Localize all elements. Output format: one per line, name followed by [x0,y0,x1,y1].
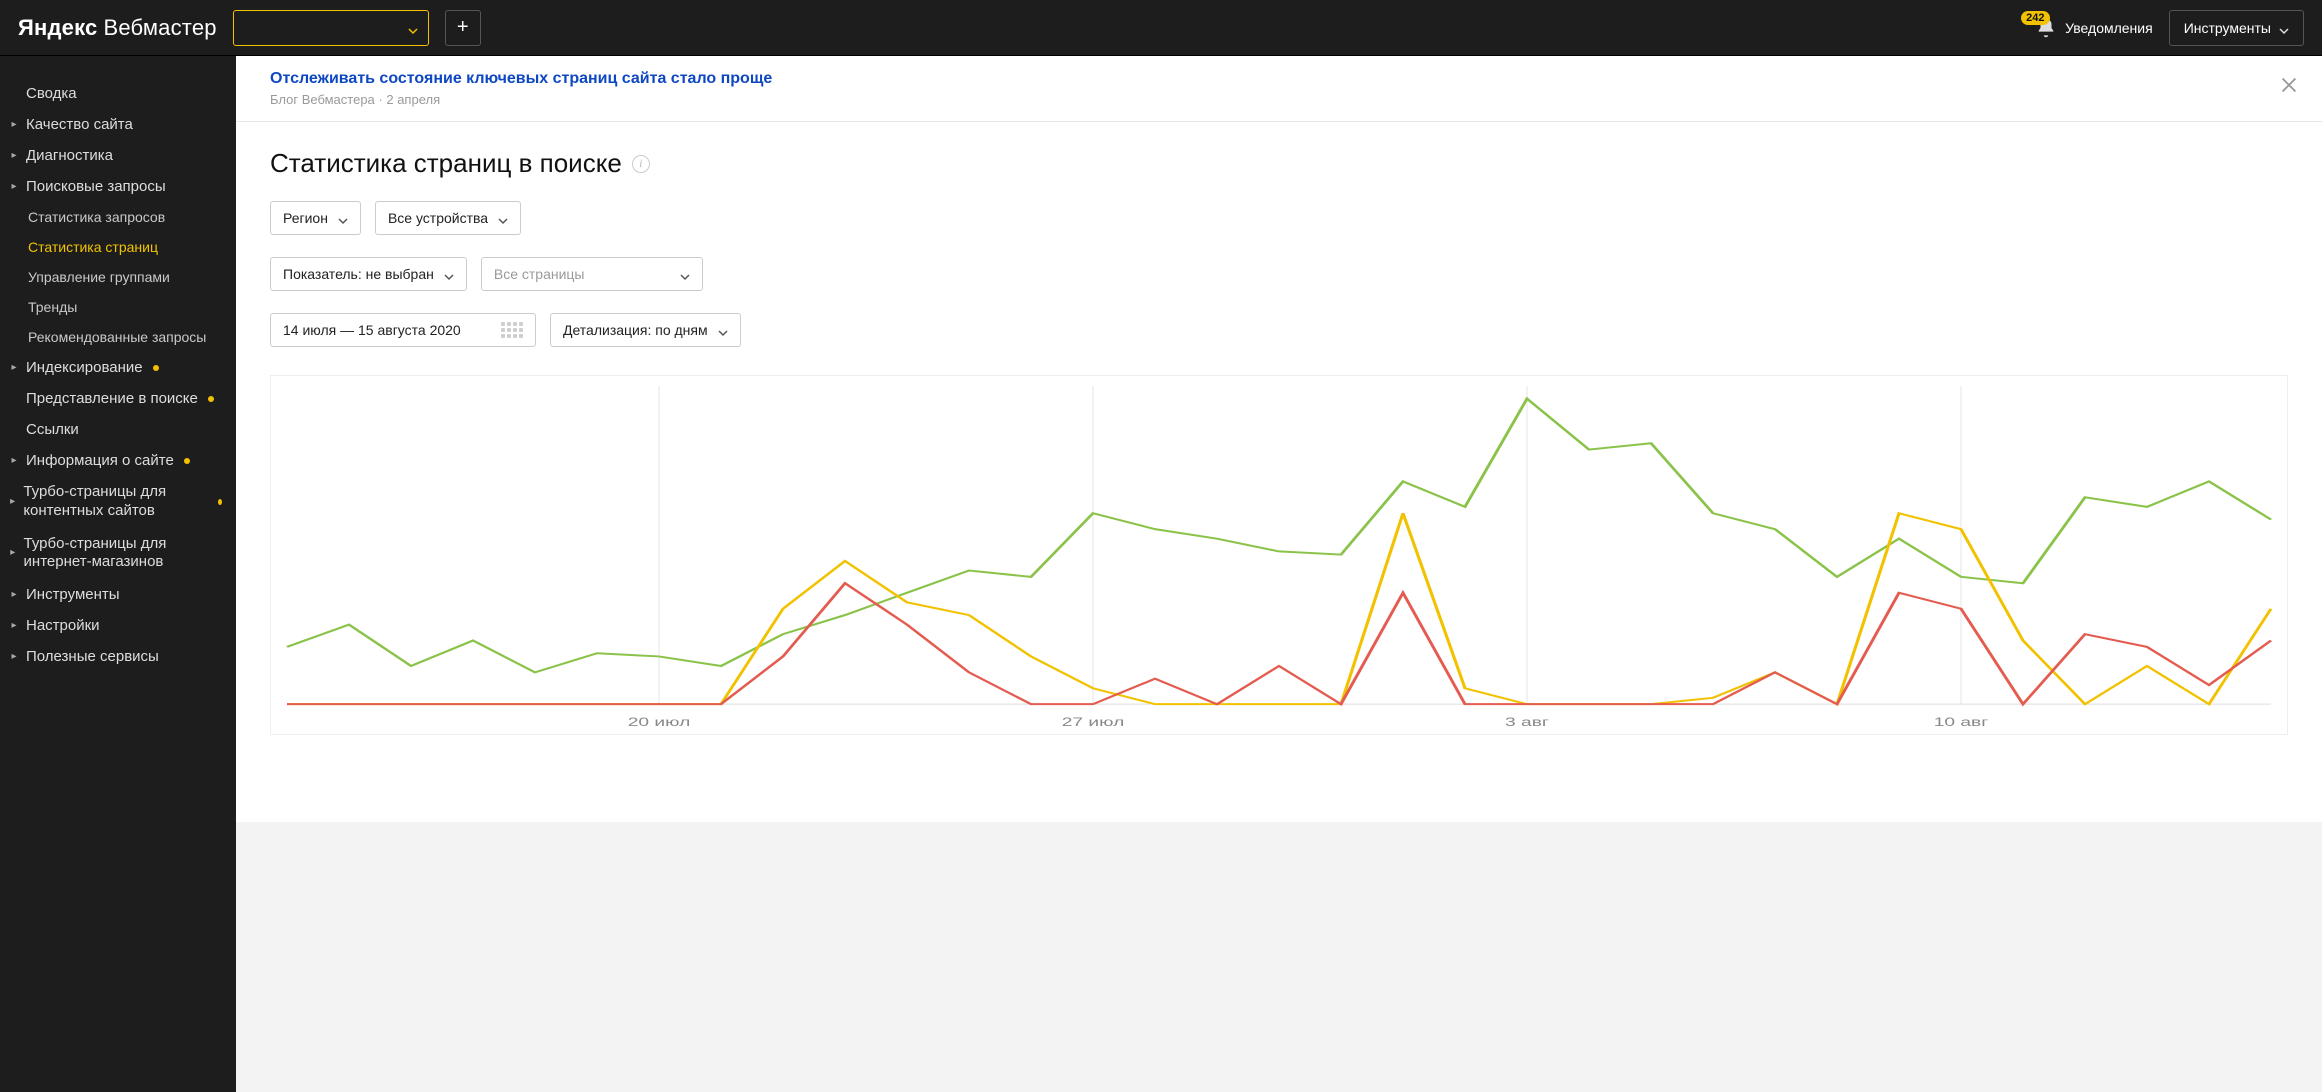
chevron-down-icon [718,325,728,335]
sidebar-item-label: Управление группами [28,269,170,285]
sidebar-item-appearance[interactable]: ▸Представление в поиске [0,383,236,414]
logo-primary: Яндекс [18,15,97,41]
date-range-picker[interactable]: 14 июля — 15 августа 2020 [270,313,536,347]
sidebar-sub-recs[interactable]: Рекомендованные запросы [0,322,236,352]
caret-right-icon: ▸ [10,653,18,661]
sidebar-item-turbo-shop[interactable]: ▸ Турбо-страницы для интернет-магазинов [0,528,236,580]
notification-dot [153,365,159,371]
sidebar-sub-p-stats[interactable]: Статистика страниц [0,232,236,262]
announcement-meta: Блог Вебмастера · 2 апреля [270,92,2288,107]
sidebar-item-diagnostics[interactable]: ▸ Диагностика [0,140,236,171]
chevron-down-icon [408,23,418,33]
detail-dropdown[interactable]: Детализация: по дням [550,313,741,347]
svg-text:27 июл: 27 июл [1062,716,1125,729]
plus-icon: + [457,16,469,39]
sidebar-item-label: Статистика запросов [28,209,165,225]
devices-dropdown[interactable]: Все устройства [375,201,521,235]
caret-right-icon: ▸ [10,498,15,506]
sidebar-item-settings[interactable]: ▸ Настройки [0,610,236,641]
caret-right-icon: ▸ [10,121,18,129]
caret-right-icon: ▸ [10,457,18,465]
calendar-icon [501,322,523,338]
tools-label: Инструменты [2184,20,2271,36]
sidebar-item-label: Настройки [26,617,100,634]
chevron-down-icon [2279,23,2289,33]
line-chart[interactable]: 20 июл 27 июл 3 авг 10 авг [270,375,2288,735]
sidebar-item-label: Ссылки [26,421,79,438]
site-selector[interactable] [233,10,429,46]
notifications-badge: 242 [2021,11,2049,25]
info-icon[interactable]: i [632,155,650,173]
sidebar-item-siteinfo[interactable]: ▸ Информация о сайте [0,445,236,476]
caret-right-icon: ▸ [10,183,18,191]
sidebar-item-quality[interactable]: ▸ Качество сайта [0,109,236,140]
sidebar-item-label: Тренды [28,299,77,315]
caret-right-icon: ▸ [10,364,18,372]
notifications-label: Уведомления [2065,20,2153,36]
sidebar-item-label: Информация о сайте [26,452,174,469]
close-icon[interactable] [2278,74,2300,96]
sidebar-item-label: Полезные сервисы [26,648,159,665]
add-site-button[interactable]: + [445,10,481,46]
sidebar-item-useful[interactable]: ▸ Полезные сервисы [0,641,236,672]
chart-container: 20 июл 27 июл 3 авг 10 авг [270,375,2288,735]
sidebar-item-label: Статистика страниц [28,239,158,255]
sidebar-item-queries[interactable]: ▸ Поисковые запросы [0,171,236,202]
sidebar-item-turbo-content[interactable]: ▸ Турбо-страницы для контентных сайтов [0,476,236,528]
chevron-down-icon [444,269,454,279]
logo-secondary: Вебмастер [103,15,216,41]
page-title: Статистика страниц в поиске i [270,148,2288,179]
sidebar-item-label: Диагностика [26,147,113,164]
bell-icon: 242 [2035,17,2057,39]
sidebar-item-label: Инструменты [26,586,120,603]
announcement-link[interactable]: Отслеживать состояние ключевых страниц с… [270,70,772,87]
announcement-source: Блог Вебмастера [270,92,375,107]
chevron-down-icon [338,213,348,223]
chevron-down-icon [680,269,690,279]
region-dropdown[interactable]: Регион [270,201,361,235]
sidebar-sub-groups[interactable]: Управление группами [0,262,236,292]
sidebar-item-indexing[interactable]: ▸ Индексирование [0,352,236,383]
metric-dropdown[interactable]: Показатель: не выбран [270,257,467,291]
notification-dot [218,499,222,505]
pages-dropdown[interactable]: Все страницы [481,257,703,291]
chevron-down-icon [498,213,508,223]
sidebar-item-label: Турбо-страницы для интернет-магазинов [24,535,222,573]
topbar: Яндекс Вебмастер + 242 Уведомления Инстр… [0,0,2322,56]
logo[interactable]: Яндекс Вебмастер [18,15,217,41]
sidebar-item-tools[interactable]: ▸ Инструменты [0,579,236,610]
caret-right-icon: ▸ [10,591,18,599]
caret-right-icon: ▸ [10,622,18,630]
notification-dot [184,458,190,464]
sidebar-item-label: Представление в поиске [26,390,198,407]
sidebar-sub-trends[interactable]: Тренды [0,292,236,322]
svg-text:3 авг: 3 авг [1505,716,1549,729]
page-body: Статистика страниц в поиске i Регион Все… [236,122,2322,822]
svg-text:20 июл: 20 июл [628,716,691,729]
sidebar-item-links[interactable]: ▸Ссылки [0,414,236,445]
sidebar-item-label: Поисковые запросы [26,178,166,195]
sidebar-item-summary[interactable]: ▸Сводка [0,78,236,109]
sidebar-sub-q-stats[interactable]: Статистика запросов [0,202,236,232]
notification-dot [208,396,214,402]
caret-right-icon: ▸ [10,549,16,557]
tools-dropdown[interactable]: Инструменты [2169,10,2304,46]
sidebar-item-label: Качество сайта [26,116,133,133]
notifications-button[interactable]: 242 Уведомления [2035,17,2153,39]
announcement-banner: Отслеживать состояние ключевых страниц с… [236,56,2322,122]
sidebar-item-label: Сводка [26,85,77,102]
sidebar: ▸Сводка▸Качество сайта▸Диагностика▸Поиск… [0,56,236,1092]
sidebar-item-label: Рекомендованные запросы [28,329,206,345]
sidebar-item-label: Индексирование [26,359,143,376]
content-area: Отслеживать состояние ключевых страниц с… [236,56,2322,1092]
announcement-date: 2 апреля [386,92,440,107]
caret-right-icon: ▸ [10,152,18,160]
sidebar-item-label: Турбо-страницы для контентных сайтов [23,483,208,521]
svg-text:10 авг: 10 авг [1934,716,1989,729]
